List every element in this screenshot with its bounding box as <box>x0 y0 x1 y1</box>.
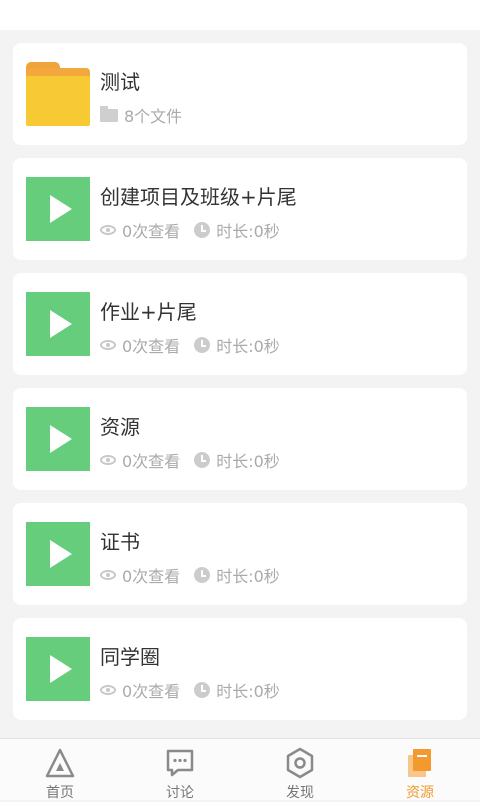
video-thumbnail[interactable] <box>26 637 90 701</box>
tab-home[interactable]: 首页 <box>0 739 120 801</box>
play-icon <box>50 540 72 568</box>
eye-icon <box>100 225 116 235</box>
folder-small-icon <box>100 105 118 122</box>
duration: 时长:0秒 <box>216 222 280 241</box>
clock-icon <box>194 222 211 238</box>
video-meta: 0次查看 时长:0秒 <box>100 678 280 702</box>
video-title: 证书 <box>100 530 140 554</box>
video-title: 同学圈 <box>100 645 160 669</box>
video-meta: 0次查看 时长:0秒 <box>100 333 280 357</box>
home-triangle-icon <box>44 747 76 783</box>
folder-title: 测试 <box>100 70 140 94</box>
tab-discover-label: 发现 <box>286 785 314 801</box>
discussion-icon <box>164 747 196 783</box>
video-title: 资源 <box>100 415 140 439</box>
folder-icon <box>26 62 90 126</box>
video-meta: 0次查看 时长:0秒 <box>100 563 280 587</box>
video-thumbnail[interactable] <box>26 177 90 241</box>
bottom-tab-bar: 首页 讨论 发现 资源 <box>0 738 480 801</box>
duration: 时长:0秒 <box>216 337 280 356</box>
video-thumbnail[interactable] <box>26 292 90 356</box>
video-item[interactable]: 创建项目及班级+片尾 0次查看 时长:0秒 <box>13 158 467 260</box>
tab-discover[interactable]: 发现 <box>240 739 360 801</box>
eye-icon <box>100 455 116 465</box>
duration: 时长:0秒 <box>216 567 280 586</box>
clock-icon <box>194 337 211 353</box>
clock-icon <box>194 452 211 468</box>
video-meta: 0次查看 时长:0秒 <box>100 218 280 242</box>
view-count: 0次查看 <box>122 567 181 586</box>
play-icon <box>50 310 72 338</box>
eye-icon <box>100 570 116 580</box>
video-item[interactable]: 资源 0次查看 时长:0秒 <box>13 388 467 490</box>
video-item[interactable]: 证书 0次查看 时长:0秒 <box>13 503 467 605</box>
resources-icon <box>404 747 436 783</box>
play-icon <box>50 425 72 453</box>
video-item[interactable]: 同学圈 0次查看 时长:0秒 <box>13 618 467 720</box>
view-count: 0次查看 <box>122 337 181 356</box>
view-count: 0次查看 <box>122 222 181 241</box>
top-status-area <box>0 0 480 30</box>
video-thumbnail[interactable] <box>26 522 90 586</box>
view-count: 0次查看 <box>122 452 181 471</box>
video-title: 作业+片尾 <box>100 300 197 324</box>
duration: 时长:0秒 <box>216 452 280 471</box>
tab-home-label: 首页 <box>46 785 74 801</box>
eye-icon <box>100 340 116 350</box>
folder-meta: 8个文件 <box>100 103 182 127</box>
eye-icon <box>100 685 116 695</box>
clock-icon <box>194 567 211 583</box>
view-count: 0次查看 <box>122 682 181 701</box>
duration: 时长:0秒 <box>216 682 280 701</box>
play-icon <box>50 655 72 683</box>
discover-hexagon-icon <box>284 747 316 783</box>
video-meta: 0次查看 时长:0秒 <box>100 448 280 472</box>
tab-resources-label: 资源 <box>406 785 434 801</box>
video-thumbnail[interactable] <box>26 407 90 471</box>
clock-icon <box>194 682 211 698</box>
tab-resources[interactable]: 资源 <box>360 739 480 801</box>
video-title: 创建项目及班级+片尾 <box>100 185 297 209</box>
tab-discussion[interactable]: 讨论 <box>120 739 240 801</box>
video-item[interactable]: 作业+片尾 0次查看 时长:0秒 <box>13 273 467 375</box>
file-count: 8个文件 <box>124 107 183 126</box>
tab-discussion-label: 讨论 <box>166 785 194 801</box>
folder-item[interactable]: 测试 8个文件 <box>13 43 467 145</box>
play-icon <box>50 195 72 223</box>
